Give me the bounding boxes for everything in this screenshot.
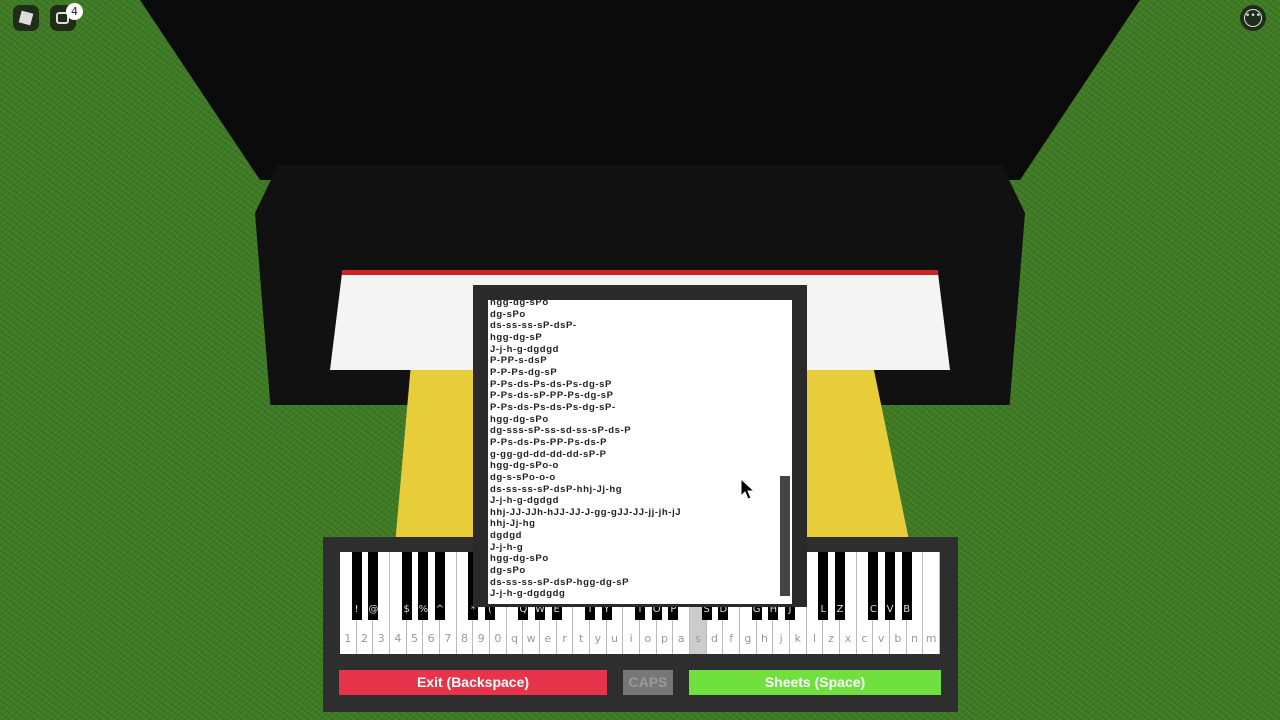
piano-lid — [140, 0, 1140, 180]
sheet-line: hgg-dg-sPo — [490, 553, 549, 565]
black-key[interactable]: ^ — [435, 552, 445, 620]
white-key-m[interactable]: m — [923, 552, 940, 654]
black-key[interactable]: ! — [351, 552, 362, 620]
black-key[interactable]: $ — [401, 552, 412, 620]
sheet-line: hhj-Jj-hg — [490, 518, 536, 530]
sheet-line: P-PP-s-dsP — [490, 355, 548, 367]
sheet-line: dg-sPo — [490, 308, 526, 320]
sheet-line: dg-s-sPo-o-o — [490, 471, 556, 483]
sheet-line: dg-sPo — [490, 565, 526, 577]
sheet-line: hgg-dg-sP — [490, 331, 543, 343]
scrollbar-thumb[interactable] — [780, 476, 790, 596]
sheets-button[interactable]: Sheets (Space) — [689, 670, 941, 695]
sheet-line: J-j-h-g-dgdgd — [490, 495, 559, 507]
sheet-line: P-Ps-ds-sP-PP-Ps-dg-sP — [490, 390, 614, 402]
black-key[interactable]: @ — [368, 552, 379, 620]
sheet-line: J-j-h-g-dgdgdg — [490, 588, 566, 600]
sheet-line: P-Ps-ds-Ps-ds-Ps-dg-sP — [490, 378, 612, 390]
mouse-cursor-icon — [740, 478, 756, 500]
sheet-line: P-Ps-ds-Ps-PP-Ps-ds-P — [490, 436, 608, 448]
sheet-line: hhj-JJ-JJh-hJJ-JJ-J-gg-gJJ-JJ-jj-jh-jJ — [490, 506, 682, 518]
sheet-line: dg-sss-sP-ss-sd-ss-sP-ds-P — [490, 425, 632, 437]
sheet-line: J-j-h-g — [490, 541, 524, 553]
sheet-line: hgg-dg-sPo-o — [490, 460, 559, 472]
roblox-logo-icon[interactable] — [13, 5, 39, 31]
black-key[interactable]: % — [418, 552, 429, 620]
more-options-icon[interactable]: ••• — [1240, 5, 1266, 31]
black-key[interactable]: C — [868, 552, 879, 620]
sheet-line: P-P-Ps-dg-sP — [490, 366, 558, 378]
caps-button[interactable]: CAPS — [623, 670, 673, 695]
sheet-line: J-j-h-g-dgdgd — [490, 343, 559, 355]
sheet-line: P-Ps-ds-Ps-ds-Ps-dg-sP- — [490, 401, 616, 413]
black-key[interactable]: V — [885, 552, 895, 620]
exit-button[interactable]: Exit (Backspace) — [339, 670, 607, 695]
sheet-music-panel[interactable]: hgg-dg-sPo dg-sPo ds-ss-ss-sP-dsP-hgg-dg-s… — [488, 300, 792, 604]
sheet-line: ds-ss-ss-sP-dsP-hgg-dg-sP — [490, 576, 630, 588]
sheet-line: ds-ss-ss-sP-dsP-hhj-Jj-hg — [490, 483, 623, 495]
sheet-line: hgg-dg-sPo — [490, 413, 549, 425]
black-key[interactable]: Z — [835, 552, 845, 620]
sheet-line: ds-ss-ss-sP-dsP- — [490, 320, 577, 332]
sheet-line: dgdgd — [490, 530, 523, 542]
chat-badge: 4 — [66, 3, 83, 20]
black-key[interactable]: L — [818, 552, 829, 620]
sheet-text: hgg-dg-sPo dg-sPo ds-ss-ss-sP-dsP-hgg-dg-s… — [490, 300, 681, 600]
sheet-line: g-gg-gd-dd-dd-dd-sP-P — [490, 448, 607, 460]
black-key[interactable]: B — [901, 552, 912, 620]
sheet-line: hgg-dg-sPo — [490, 300, 549, 308]
